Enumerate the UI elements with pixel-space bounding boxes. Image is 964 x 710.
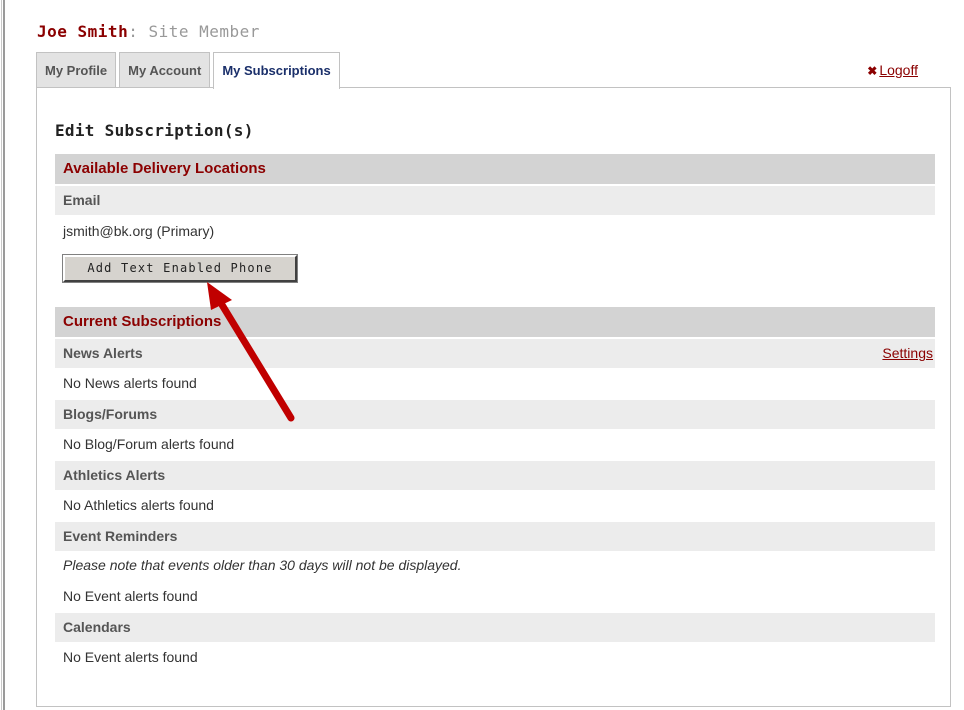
user-name: Joe Smith [37,22,129,41]
blogs-forums-empty: No Blog/Forum alerts found [63,436,235,452]
logoff-label: Logoff [879,62,918,78]
x-icon: ✖ [867,64,878,78]
page-title: Edit Subscription(s) [55,121,254,140]
tab-my-profile[interactable]: My Profile [36,52,117,88]
blogs-forums-header: Blogs/Forums [55,400,935,429]
delivery-section-header: Available Delivery Locations [55,154,935,184]
event-reminders-note: Please note that events older than 30 da… [63,557,462,573]
subscriptions-section-header: Current Subscriptions [55,307,935,337]
calendars-empty: No Event alerts found [63,649,198,665]
news-alerts-empty: No News alerts found [63,375,197,391]
subscriptions-panel: Edit Subscription(s) Available Delivery … [36,87,951,707]
news-alerts-label: News Alerts [63,345,143,361]
user-role: : Site Member [128,22,260,41]
logoff-link[interactable]: ✖ Logoff [867,62,918,78]
email-value: jsmith@bk.org (Primary) [63,223,215,239]
tab-bar: My Profile My Account My Subscriptions [36,52,343,89]
settings-link[interactable]: Settings [882,339,935,368]
window-left-border [0,0,5,710]
add-text-enabled-phone-button[interactable]: Add Text Enabled Phone [62,254,298,283]
user-header: Joe Smith: Site Member [37,22,260,41]
athletics-alerts-header: Athletics Alerts [55,461,935,490]
athletics-alerts-empty: No Athletics alerts found [63,497,214,513]
event-reminders-header: Event Reminders [55,522,935,551]
news-alerts-header: News Alerts Settings [55,339,935,368]
calendars-header: Calendars [55,613,935,642]
tab-my-subscriptions[interactable]: My Subscriptions [213,52,340,89]
tab-my-account[interactable]: My Account [119,52,211,88]
event-reminders-empty: No Event alerts found [63,588,198,604]
email-header: Email [55,186,935,215]
